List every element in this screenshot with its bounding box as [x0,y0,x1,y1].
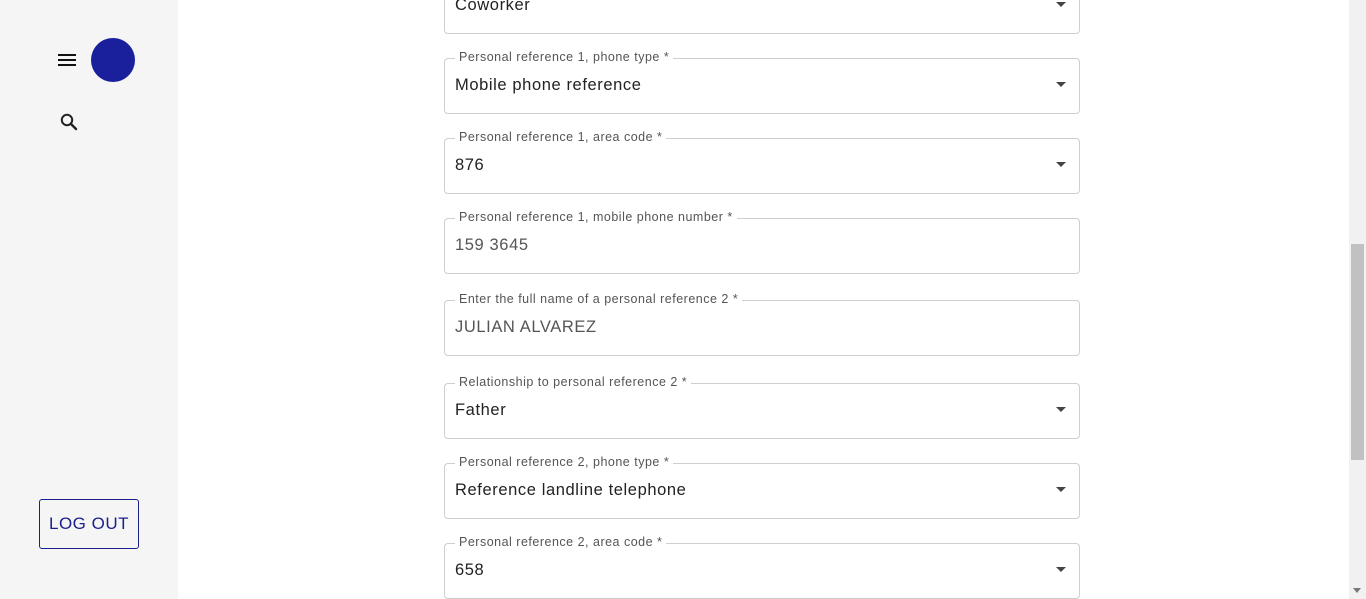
field-label: Personal reference 2, area code * [455,535,667,549]
scrollbar-thumb[interactable] [1351,244,1364,460]
field-value: Father [455,401,507,419]
avatar[interactable] [91,38,135,82]
dropdown-arrow-icon [1056,567,1066,572]
field-label: Personal reference 2, phone type * [455,455,674,469]
reference-2-area-code-select[interactable]: Personal reference 2, area code * 658 [444,535,1080,599]
logout-button[interactable]: LOG OUT [39,499,139,549]
sidebar: LOG OUT [0,0,178,599]
reference-2-phone-type-select[interactable]: Personal reference 2, phone type * Refer… [444,455,1080,519]
field-value: 876 [455,156,485,174]
field-label: Relationship to personal reference 2 * [455,375,692,389]
dropdown-arrow-icon [1056,82,1066,87]
field-label: Enter the full name of a personal refere… [455,292,743,306]
hamburger-menu-icon[interactable] [55,48,79,72]
field-value: 658 [455,561,485,579]
scroll-down-arrow-icon[interactable] [1353,588,1361,593]
search-icon[interactable] [57,110,81,134]
field-value: Coworker [455,0,531,14]
dropdown-arrow-icon [1056,407,1066,412]
field-value: Reference landline telephone [455,481,687,499]
dropdown-arrow-icon [1056,487,1066,492]
page-scrollbar[interactable] [1349,0,1366,599]
reference-1-mobile-number-input[interactable]: Personal reference 1, mobile phone numbe… [444,210,1080,274]
reference-2-full-name-input[interactable]: Enter the full name of a personal refere… [444,292,1080,356]
field-value: 159 3645 [455,236,529,254]
dropdown-arrow-icon [1056,2,1066,7]
reference-2-relationship-select[interactable]: Relationship to personal reference 2 * F… [444,375,1080,439]
field-label: Personal reference 1, phone type * [455,50,674,64]
field-value: Mobile phone reference [455,76,642,94]
field-label: Personal reference 1, mobile phone numbe… [455,210,737,224]
relationship-reference-1-select[interactable]: Coworker [444,0,1080,34]
field-value: JULIAN ALVAREZ [455,318,597,336]
dropdown-arrow-icon [1056,162,1066,167]
field-label: Personal reference 1, area code * [455,130,667,144]
reference-1-phone-type-select[interactable]: Personal reference 1, phone type * Mobil… [444,50,1080,114]
main-form: Coworker Personal reference 1, phone typ… [178,0,1349,599]
reference-1-area-code-select[interactable]: Personal reference 1, area code * 876 [444,130,1080,194]
